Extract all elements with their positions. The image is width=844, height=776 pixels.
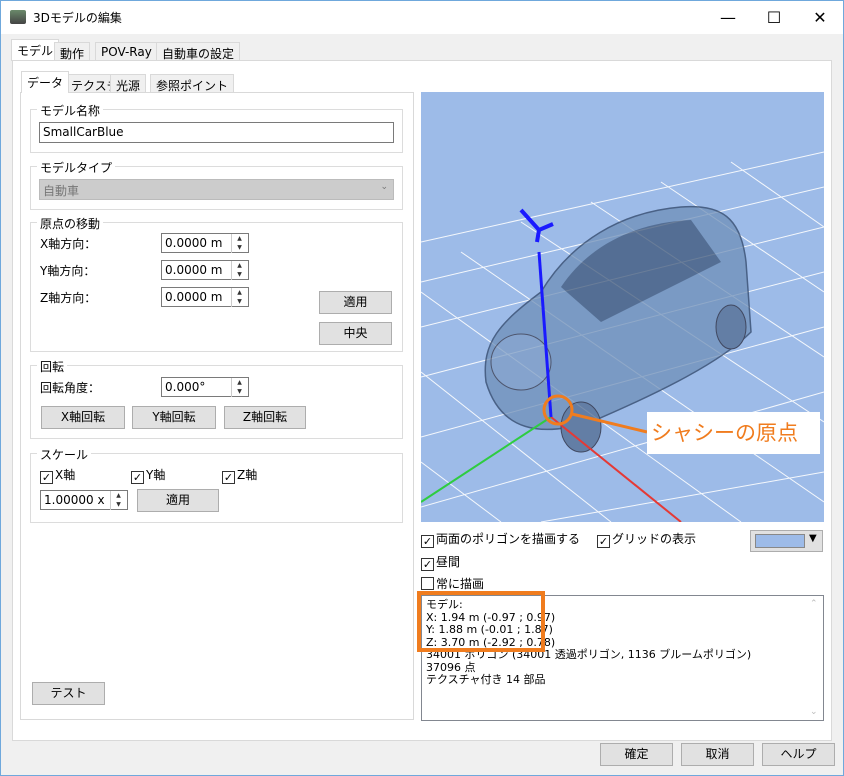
double-sided-checkbox[interactable]: ✓ 両面のポリゴンを描画する (421, 530, 580, 548)
origin-callout-label: シャシーの原点 (647, 412, 820, 454)
spin-arrows-icon[interactable]: ▲ ▼ (231, 378, 247, 397)
origin-y-value: 0.0000 m (165, 263, 223, 277)
3d-viewport[interactable]: シャシーの原点 (421, 92, 824, 522)
model-type-select[interactable]: 自動車 ⌄ (39, 179, 394, 200)
angle-input[interactable]: 0.000° ▲ ▼ (161, 377, 249, 397)
tab-povray[interactable]: POV-Ray (95, 42, 158, 61)
subtab-data[interactable]: データ (21, 71, 70, 93)
bg-color-picker[interactable]: ▼ (750, 530, 823, 552)
scale-z-label: Z軸 (237, 468, 258, 482)
grid-checkbox[interactable]: ✓ グリッドの表示 (597, 530, 696, 548)
x-rotate-button[interactable]: X軸回転 (41, 406, 125, 429)
help-button[interactable]: ヘルプ (762, 743, 835, 766)
check-icon: ✓ (421, 558, 434, 571)
z-rotate-button[interactable]: Z軸回転 (224, 406, 306, 429)
angle-label: 回転角度： (40, 381, 101, 395)
scale-x-checkbox[interactable]: ✓ X軸 (40, 466, 75, 484)
model-type-value: 自動車 (43, 184, 80, 198)
origin-apply-button[interactable]: 適用 (319, 291, 392, 314)
check-icon: ✓ (131, 471, 144, 484)
window-title: 3Dモデルの編集 (33, 11, 122, 25)
dialog-window: 3Dモデルの編集 — ☐ ✕ モデル 動作 POV-Ray 自動車の設定 データ… (0, 0, 844, 776)
y-axis-label-icon (519, 208, 554, 243)
daytime-checkbox[interactable]: ✓ 昼間 (421, 553, 460, 571)
always-draw-checkbox[interactable]: 常に描画 (421, 575, 484, 592)
cancel-button[interactable]: 取消 (681, 743, 754, 766)
maximize-button[interactable]: ☐ (751, 1, 797, 34)
viewport-scene (421, 151, 824, 522)
info-line: テクスチャ付き 14 部品 (426, 673, 546, 686)
app-icon (10, 10, 26, 24)
center-button[interactable]: 中央 (319, 322, 392, 345)
model-name-label: モデル名称 (37, 102, 104, 119)
scale-apply-button[interactable]: 適用 (137, 489, 219, 512)
scale-group: スケール ✓ X軸 ✓ Y軸 ✓ Z軸 1.00000 x ▲ ▼ 適用 (30, 446, 403, 523)
dropdown-arrow-icon: ▼ (809, 533, 817, 544)
test-button[interactable]: テスト (32, 682, 105, 705)
rotation-label: 回転 (37, 358, 68, 375)
double-sided-label: 両面のポリゴンを描画する (436, 532, 581, 546)
origin-z-value: 0.0000 m (165, 290, 223, 304)
model-name-group: モデル名称 SmallCarBlue (30, 102, 403, 153)
chevron-down-icon: ⌄ (380, 182, 388, 192)
rotation-group: 回転 回転角度： 0.000° ▲ ▼ X軸回転 Y軸回転 Z軸回転 (30, 358, 403, 439)
origin-x-input[interactable]: 0.0000 m ▲ ▼ (161, 233, 249, 253)
subtab-ref-points[interactable]: 参照ポイント (150, 74, 235, 93)
tab-motion[interactable]: 動作 (54, 42, 91, 61)
close-button[interactable]: ✕ (797, 1, 843, 34)
grid-label: グリッドの表示 (612, 532, 697, 546)
scale-z-checkbox[interactable]: ✓ Z軸 (222, 466, 257, 484)
origin-y-input[interactable]: 0.0000 m ▲ ▼ (161, 260, 249, 280)
origin-z-input[interactable]: 0.0000 m ▲ ▼ (161, 287, 249, 307)
angle-value: 0.000° (165, 380, 206, 394)
daytime-label: 昼間 (436, 555, 461, 569)
spin-arrows-icon[interactable]: ▲ ▼ (231, 261, 247, 280)
spin-arrows-icon[interactable]: ▲ ▼ (231, 234, 247, 253)
y-label: Y軸方向： (40, 264, 96, 278)
origin-group: 原点の移動 X軸方向： Y軸方向： Z軸方向： 0.0000 m ▲ ▼ 0.000… (30, 215, 403, 352)
subtab-light[interactable]: 光源 (110, 74, 147, 93)
tab-model[interactable]: モデル (11, 39, 60, 61)
spin-arrows-icon[interactable]: ▲ ▼ (110, 491, 126, 510)
model-name-input[interactable]: SmallCarBlue (39, 122, 394, 143)
scale-value: 1.00000 x (44, 493, 105, 507)
check-icon: ✓ (40, 471, 53, 484)
scale-y-label: Y軸 (146, 468, 166, 482)
scale-label: スケール (37, 446, 92, 463)
spin-arrows-icon[interactable]: ▲ ▼ (231, 288, 247, 307)
always-draw-label: 常に描画 (436, 577, 485, 591)
unchecked-box-icon (421, 577, 434, 590)
ok-button[interactable]: 確定 (600, 743, 673, 766)
scale-y-checkbox[interactable]: ✓ Y軸 (131, 466, 165, 484)
scroll-down-icon[interactable]: ⌄ (810, 706, 818, 719)
model-type-group: モデルタイプ 自動車 ⌄ (30, 159, 403, 210)
model-type-label: モデルタイプ (37, 159, 116, 176)
check-icon: ✓ (421, 535, 434, 548)
color-swatch (755, 534, 805, 548)
scroll-up-icon[interactable]: ⌃ (810, 598, 818, 611)
tab-car-settings[interactable]: 自動車の設定 (156, 42, 241, 61)
z-label: Z軸方向： (40, 291, 97, 305)
scale-input[interactable]: 1.00000 x ▲ ▼ (40, 490, 128, 510)
info-highlight-box (417, 591, 545, 652)
origin-label: 原点の移動 (37, 215, 104, 232)
x-label: X軸方向： (40, 237, 97, 251)
scale-x-label: X軸 (55, 468, 76, 482)
y-rotate-button[interactable]: Y軸回転 (132, 406, 216, 429)
scrollbar[interactable]: ⌃ ⌄ (806, 596, 823, 720)
check-icon: ✓ (597, 535, 610, 548)
check-icon: ✓ (222, 471, 235, 484)
minimize-button[interactable]: — (705, 1, 751, 34)
origin-x-value: 0.0000 m (165, 236, 223, 250)
title-bar: 3Dモデルの編集 — ☐ ✕ (1, 1, 843, 34)
data-panel: モデル名称 SmallCarBlue モデルタイプ 自動車 ⌄ 原点の移動 X軸方… (20, 92, 414, 720)
